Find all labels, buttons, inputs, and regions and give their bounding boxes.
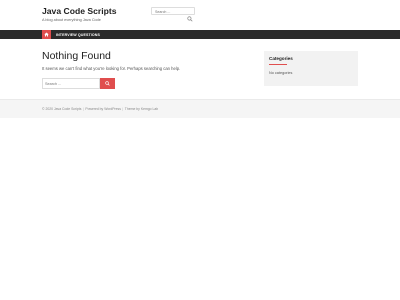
main-navigation: INTERVIEW QUESTIONS [0, 30, 400, 39]
footer-copyright: © 2020 Java Code Scripts [42, 107, 82, 111]
footer-powered-link[interactable]: Powered by WordPress [85, 107, 121, 111]
footer-separator: | [122, 107, 124, 111]
categories-widget: Categories No categories [264, 51, 358, 86]
site-header: Java Code Scripts A blog about everythin… [0, 0, 400, 30]
widget-title: Categories [269, 56, 293, 61]
site-tagline: A blog about everything Java Code [42, 18, 101, 22]
footer-info: © 2020 Java Code Scripts | Powered by Word… [42, 107, 158, 111]
site-footer: © 2020 Java Code Scripts | Powered by Word… [0, 100, 400, 118]
nav-home-button[interactable] [42, 30, 51, 39]
header-search-form [151, 7, 195, 22]
not-found-message: It seems we can't find what you're looki… [42, 66, 181, 71]
page-title: Nothing Found [42, 50, 111, 62]
site-title[interactable]: Java Code Scripts [42, 6, 117, 16]
widget-empty-text: No categories [269, 71, 293, 75]
footer-separator: | [82, 107, 84, 111]
content-search-form [42, 78, 115, 89]
search-submit-button[interactable] [100, 78, 115, 89]
footer-theme-link[interactable]: Theme by Kemgo Lab [125, 107, 158, 111]
nav-item-interview-questions[interactable]: INTERVIEW QUESTIONS [56, 33, 100, 37]
search-icon[interactable] [187, 9, 193, 22]
search-icon [105, 81, 110, 86]
widget-title-underline [269, 64, 287, 65]
header-search-input[interactable] [153, 8, 191, 15]
content-search-input[interactable] [42, 78, 100, 89]
home-icon [44, 32, 49, 37]
